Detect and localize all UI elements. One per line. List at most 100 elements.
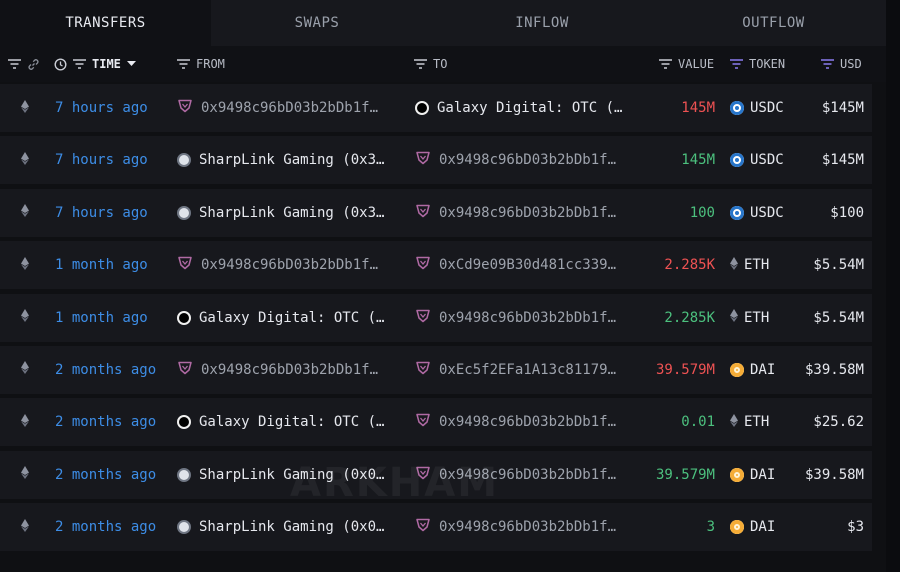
time-cell[interactable]: 2 months ago — [55, 398, 156, 446]
from-label[interactable]: SharpLink Gaming (0x3… — [199, 152, 384, 168]
from-cell[interactable]: 0x9498c96bD03b2bDb1f… — [177, 346, 378, 394]
table-row[interactable]: 2 months ago 0x9498c96bD03b2bDb1f… 0xEc5f2… — [0, 345, 872, 394]
token-cell[interactable]: USDC — [730, 189, 784, 237]
time-link[interactable]: 1 month ago — [55, 257, 148, 273]
time-cell[interactable]: 7 hours ago — [55, 189, 148, 237]
to-cell[interactable]: 0x9498c96bD03b2bDb1f… — [415, 294, 616, 342]
from-cell[interactable]: 0x9498c96bD03b2bDb1f… — [177, 84, 378, 132]
from-cell[interactable]: 0x9498c96bD03b2bDb1f… — [177, 241, 378, 289]
to-label[interactable]: 0x9498c96bD03b2bDb1f… — [439, 414, 616, 430]
filter-icon[interactable] — [177, 59, 190, 69]
to-cell[interactable]: 0x9498c96bD03b2bDb1f… — [415, 136, 616, 184]
scrollbar-track[interactable] — [886, 0, 900, 572]
tab-outflow[interactable]: OUTFLOW — [661, 0, 886, 46]
to-column-header[interactable]: TO — [414, 46, 447, 82]
token-cell[interactable]: ETH — [730, 398, 769, 446]
from-label[interactable]: Galaxy Digital: OTC (… — [199, 414, 384, 430]
token-cell[interactable]: USDC — [730, 84, 784, 132]
token-cell[interactable]: DAI — [730, 503, 775, 551]
token-cell[interactable]: ETH — [730, 294, 769, 342]
time-cell[interactable]: 2 months ago — [55, 346, 156, 394]
token-symbol[interactable]: DAI — [750, 519, 775, 535]
table-row[interactable]: 2 months ago SharpLink Gaming (0x0… 0x9498… — [0, 450, 872, 499]
to-cell[interactable]: 0x9498c96bD03b2bDb1f… — [415, 189, 616, 237]
usd-column-header[interactable]: USD — [821, 46, 862, 82]
token-cell[interactable]: USDC — [730, 136, 784, 184]
table-row[interactable]: 7 hours ago SharpLink Gaming (0x3… 0x9498c… — [0, 136, 872, 185]
from-cell[interactable]: Galaxy Digital: OTC (… — [177, 398, 384, 446]
to-cell[interactable]: 0x9498c96bD03b2bDb1f… — [415, 398, 616, 446]
table-row[interactable]: 7 hours ago SharpLink Gaming (0x3… 0x9498c… — [0, 188, 872, 237]
to-label[interactable]: 0x9498c96bD03b2bDb1f… — [439, 310, 616, 326]
filter-icon[interactable] — [821, 59, 834, 69]
value-column-header[interactable]: VALUE — [659, 46, 714, 82]
time-link[interactable]: 7 hours ago — [55, 100, 148, 116]
table-row[interactable]: 2 months ago Galaxy Digital: OTC (… 0x9498… — [0, 398, 872, 447]
token-symbol[interactable]: DAI — [750, 467, 775, 483]
to-label[interactable]: Galaxy Digital: OTC (… — [437, 100, 622, 116]
time-cell[interactable]: 2 months ago — [55, 503, 156, 551]
token-symbol[interactable]: USDC — [750, 100, 784, 116]
time-link[interactable]: 2 months ago — [55, 414, 156, 430]
from-cell[interactable]: Galaxy Digital: OTC (… — [177, 294, 384, 342]
time-link[interactable]: 7 hours ago — [55, 205, 148, 221]
from-label[interactable]: Galaxy Digital: OTC (… — [199, 310, 384, 326]
token-cell[interactable]: DAI — [730, 346, 775, 394]
time-link[interactable]: 2 months ago — [55, 519, 156, 535]
from-label[interactable]: 0x9498c96bD03b2bDb1f… — [201, 257, 378, 273]
to-label[interactable]: 0xEc5f2EFa1A13c81179… — [439, 362, 616, 378]
time-cell[interactable]: 2 months ago — [55, 451, 156, 499]
filter-icon[interactable] — [730, 59, 743, 69]
to-cell[interactable]: 0x9498c96bD03b2bDb1f… — [415, 451, 616, 499]
filter-icon[interactable] — [8, 59, 21, 69]
caret-down-icon[interactable] — [126, 61, 136, 67]
filter-icon[interactable] — [659, 59, 672, 69]
to-label[interactable]: 0xCd9e09B30d481cc339… — [439, 257, 616, 273]
time-column-header[interactable]: TIME — [54, 46, 136, 82]
token-symbol[interactable]: USDC — [750, 152, 784, 168]
table-row[interactable]: 1 month ago Galaxy Digital: OTC (… 0x9498c… — [0, 293, 872, 342]
from-column-header[interactable]: FROM — [177, 46, 225, 82]
token-cell[interactable]: DAI — [730, 451, 775, 499]
to-label[interactable]: 0x9498c96bD03b2bDb1f… — [439, 152, 616, 168]
table-row[interactable]: 2 months ago SharpLink Gaming (0x0… 0x9498… — [0, 503, 872, 552]
from-cell[interactable]: SharpLink Gaming (0x3… — [177, 189, 384, 237]
to-label[interactable]: 0x9498c96bD03b2bDb1f… — [439, 519, 616, 535]
tab-inflow[interactable]: INFLOW — [423, 0, 661, 46]
to-label[interactable]: 0x9498c96bD03b2bDb1f… — [439, 205, 616, 221]
time-link[interactable]: 7 hours ago — [55, 152, 148, 168]
token-symbol[interactable]: ETH — [744, 414, 769, 430]
to-cell[interactable]: Galaxy Digital: OTC (… — [415, 84, 622, 132]
table-row[interactable]: 7 hours ago 0x9498c96bD03b2bDb1f… Galaxy D… — [0, 84, 872, 132]
filter-icon[interactable] — [414, 59, 427, 69]
from-label[interactable]: SharpLink Gaming (0x0… — [199, 467, 384, 483]
from-cell[interactable]: SharpLink Gaming (0x0… — [177, 451, 384, 499]
time-link[interactable]: 2 months ago — [55, 362, 156, 378]
from-cell[interactable]: SharpLink Gaming (0x0… — [177, 503, 384, 551]
token-symbol[interactable]: ETH — [744, 257, 769, 273]
from-label[interactable]: 0x9498c96bD03b2bDb1f… — [201, 100, 378, 116]
time-cell[interactable]: 7 hours ago — [55, 136, 148, 184]
time-cell[interactable]: 1 month ago — [55, 294, 148, 342]
token-cell[interactable]: ETH — [730, 241, 769, 289]
time-cell[interactable]: 1 month ago — [55, 241, 148, 289]
time-cell[interactable]: 7 hours ago — [55, 84, 148, 132]
from-label[interactable]: SharpLink Gaming (0x3… — [199, 205, 384, 221]
filter-icon[interactable] — [73, 59, 86, 69]
time-link[interactable]: 1 month ago — [55, 310, 148, 326]
table-row[interactable]: 1 month ago 0x9498c96bD03b2bDb1f… 0xCd9e09… — [0, 241, 872, 290]
from-label[interactable]: SharpLink Gaming (0x0… — [199, 519, 384, 535]
token-symbol[interactable]: ETH — [744, 310, 769, 326]
from-cell[interactable]: SharpLink Gaming (0x3… — [177, 136, 384, 184]
time-link[interactable]: 2 months ago — [55, 467, 156, 483]
token-column-header[interactable]: TOKEN — [730, 46, 785, 82]
tab-swaps[interactable]: SWAPS — [211, 0, 423, 46]
token-symbol[interactable]: USDC — [750, 205, 784, 221]
to-label[interactable]: 0x9498c96bD03b2bDb1f… — [439, 467, 616, 483]
link-icon[interactable] — [27, 58, 40, 71]
token-symbol[interactable]: DAI — [750, 362, 775, 378]
to-cell[interactable]: 0xEc5f2EFa1A13c81179… — [415, 346, 616, 394]
to-cell[interactable]: 0xCd9e09B30d481cc339… — [415, 241, 616, 289]
from-label[interactable]: 0x9498c96bD03b2bDb1f… — [201, 362, 378, 378]
tab-transfers[interactable]: TRANSFERS — [0, 0, 211, 46]
